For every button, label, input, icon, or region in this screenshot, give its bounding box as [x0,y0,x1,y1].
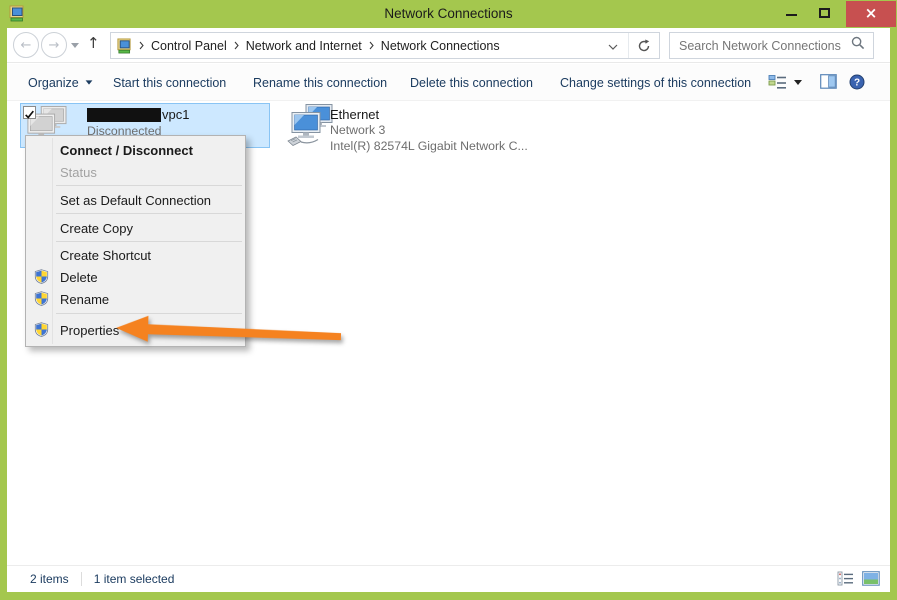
chevron-down-icon [71,43,79,48]
maximize-button[interactable] [809,0,841,27]
status-bar: 2 items 1 item selected [7,565,890,592]
chevron-down-icon [608,44,618,50]
annotation-arrow-icon [112,313,345,353]
breadcrumb-chevron-icon [139,41,144,50]
breadcrumb-item-control-panel[interactable]: Control Panel [151,39,227,53]
address-bar-row: ← → ↑ Control Panel Network and Internet [7,28,890,63]
connection-device: Intel(R) 82574L Gigabit Network C... [330,139,528,153]
address-dropdown[interactable] [608,37,618,55]
close-icon: × [846,1,896,27]
items-count: 2 items [30,572,69,586]
details-view-toggle[interactable] [837,571,854,591]
breadcrumb-chevron-icon [369,41,374,50]
svg-text:?: ? [854,78,860,89]
minimize-button[interactable] [776,0,808,27]
menu-item-create-copy[interactable]: Create Copy [28,217,243,239]
breadcrumb-item-network-connections[interactable]: Network Connections [381,39,500,53]
search-icon[interactable] [851,36,865,55]
command-bar: Organize Start this connection Rename th… [7,64,890,101]
close-button[interactable]: × [846,1,896,27]
history-dropdown[interactable] [71,43,79,48]
uac-shield-icon [34,291,49,306]
ethernet-network-icon [287,104,333,148]
preview-pane-button[interactable] [820,74,837,94]
view-options-button[interactable] [768,74,788,96]
search-input[interactable] [670,39,851,53]
delete-connection-button[interactable]: Delete this connection [410,64,533,101]
connection-tile-ethernet[interactable]: Ethernet Network 3 Intel(R) 82574L Gigab… [283,103,545,152]
status-divider [81,572,82,586]
chevron-down-icon [794,80,802,85]
breadcrumb-item-network-and-internet[interactable]: Network and Internet [246,39,362,53]
maximize-icon [819,8,830,18]
details-view-icon [837,571,854,586]
titlebar[interactable]: Network Connections × [0,0,897,28]
back-button[interactable]: ← [13,32,39,58]
refresh-icon [637,39,651,53]
connection-name: Ethernet [330,107,379,122]
search-box[interactable] [669,32,874,59]
window-body: ← → ↑ Control Panel Network and Internet [7,28,890,592]
breadcrumb[interactable]: Control Panel Network and Internet Netwo… [110,32,660,59]
large-icons-view-toggle[interactable] [862,571,880,591]
uac-shield-icon [34,269,49,284]
network-connections-window: Network Connections × ← → ↑ Cont [0,0,897,600]
network-connection-icon [116,38,132,54]
refresh-button[interactable] [628,33,659,58]
menu-item-delete[interactable]: Delete [28,266,243,288]
breadcrumb-chevron-icon [234,41,239,50]
checkmark-icon [24,109,35,120]
menu-item-connect-disconnect[interactable]: Connect / Disconnect [28,139,243,161]
organize-label: Organize [28,76,79,90]
connection-network: Network 3 [330,123,385,137]
start-connection-button[interactable]: Start this connection [113,64,226,101]
redaction-bar [87,108,161,122]
menu-separator [56,185,242,186]
help-icon: ? [849,74,865,90]
selection-checkbox[interactable] [23,106,36,119]
forward-button[interactable]: → [41,32,67,58]
menu-item-set-default[interactable]: Set as Default Connection [28,189,243,211]
uac-shield-icon [34,322,49,337]
minimize-icon [786,14,797,16]
connection-name: vpc1 [87,107,189,122]
thumbnail-view-icon [862,571,880,586]
menu-item-create-shortcut[interactable]: Create Shortcut [28,244,243,266]
help-button[interactable]: ? [849,74,865,95]
view-options-dropdown[interactable] [794,80,802,85]
organize-menu-button[interactable]: Organize [28,64,93,101]
menu-item-rename[interactable]: Rename [28,288,243,310]
menu-separator [56,241,242,242]
rename-connection-button[interactable]: Rename this connection [253,64,387,101]
preview-pane-icon [820,74,837,89]
menu-separator [56,213,242,214]
selected-count: 1 item selected [94,572,175,586]
chevron-down-icon [85,80,92,84]
up-button[interactable]: ↑ [87,34,100,52]
change-settings-button[interactable]: Change settings of this connection [560,64,751,101]
window-title: Network Connections [0,0,897,28]
details-view-icon [768,74,788,91]
menu-item-status: Status [28,161,243,183]
